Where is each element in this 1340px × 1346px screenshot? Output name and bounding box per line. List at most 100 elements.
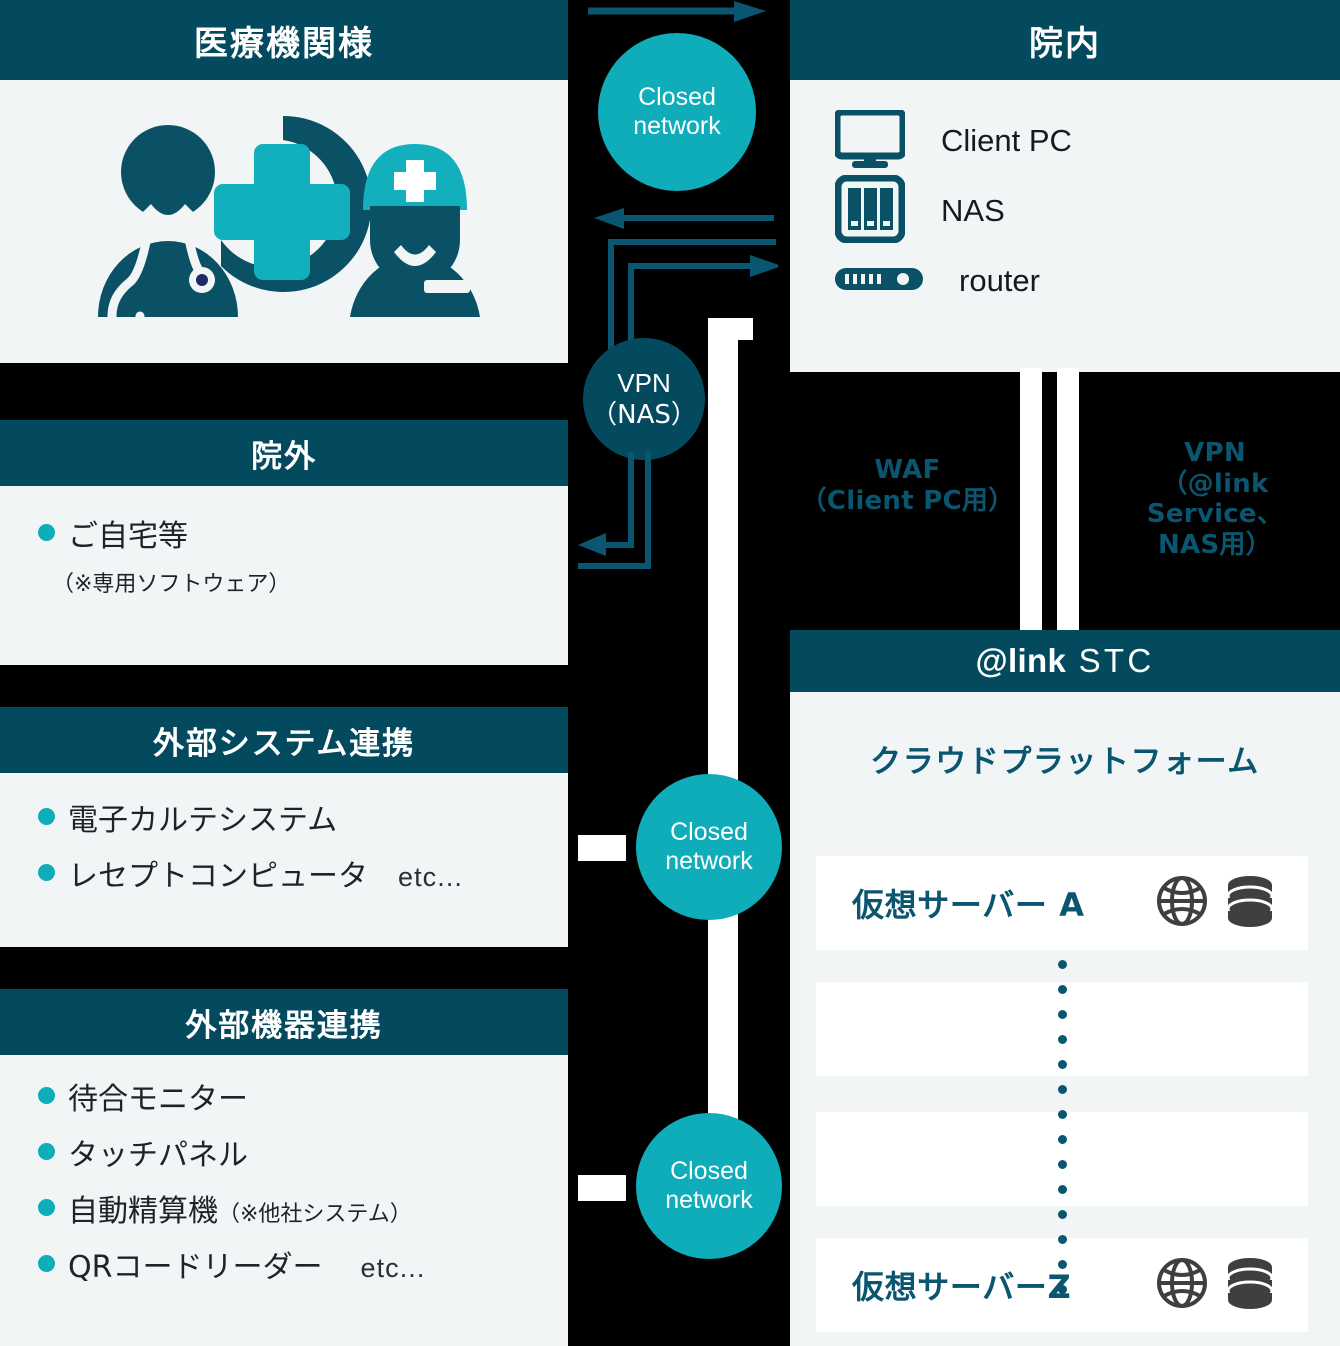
cloud-platform-title: クラウドプラットフォーム [870, 744, 1260, 780]
bullet-dot-icon [38, 524, 55, 541]
bullet-dot-icon [38, 1199, 55, 1216]
stc-logo-tail: STC [1066, 642, 1155, 679]
list-item-label: ご自宅等 [68, 519, 188, 554]
globe-icon [1156, 875, 1208, 932]
bullet-dot-icon [38, 1255, 55, 1272]
external-system-list: 電子カルテシステム レセプトコンピュータ etc... [0, 773, 568, 892]
right-column: 院内 Client PC NAS router WAF （Client PC用）… [790, 0, 1340, 1346]
list-item: レセプトコンピュータ etc... [38, 862, 568, 892]
node-label-line1: Closed [670, 818, 748, 846]
device-label: router [959, 263, 1040, 298]
panel-link-stc: @link STC クラウドプラットフォーム 仮想サーバー A 仮想サーバーZ [790, 630, 1340, 1346]
bullet-dot-icon [38, 864, 55, 881]
bullet-dot-icon [38, 808, 55, 825]
panel-external-device-integration-title: 外部機器連携 [0, 989, 568, 1055]
connection-label-vpn: VPN （@link Service、 NAS用） [1090, 438, 1340, 561]
node-label-line2: network [665, 1186, 753, 1214]
white-stub-external-device [578, 1175, 626, 1201]
connection-label-vpn-line1: VPN [1184, 438, 1246, 468]
list-item: 待合モニター [38, 1085, 568, 1115]
database-icon [1226, 875, 1274, 932]
database-icon [1226, 1257, 1274, 1314]
panel-in-hospital: 院内 Client PC NAS router [790, 0, 1340, 372]
list-item: タッチパネル [38, 1141, 568, 1171]
dot [1058, 985, 1067, 994]
network-connector-column: Closed network VPN （NAS） Closed network … [568, 0, 790, 1346]
device-label: NAS [941, 193, 1005, 228]
list-item-etc: etc... [360, 1253, 426, 1283]
white-trunk-vertical-segment [708, 318, 738, 1218]
dot [1058, 1110, 1067, 1119]
device-label: Client PC [941, 123, 1072, 158]
panel-external-device-integration-body: 待合モニター タッチパネル 自動精算機 （※他社システム） QRコードリーダー … [0, 1055, 568, 1346]
dot [1058, 1010, 1067, 1019]
panel-outside-hospital: 院外 ご自宅等 （※専用ソフトウェア） [0, 420, 568, 665]
node-closed-network-top: Closed network [598, 33, 756, 191]
monitor-icon [833, 108, 907, 173]
panel-outside-hospital-title: 院外 [0, 420, 568, 486]
list-item-note: （※他社システム） [218, 1202, 412, 1227]
white-trunk-top-cap [708, 318, 753, 340]
panel-outside-hospital-body: ご自宅等 （※専用ソフトウェア） [0, 486, 568, 665]
nas-icon [834, 174, 906, 248]
panel-in-hospital-title: 院内 [790, 0, 1340, 80]
dot [1058, 1160, 1067, 1169]
panel-external-device-integration: 外部機器連携 待合モニター タッチパネル 自動精算機 （※他社システム） QRコ… [0, 989, 568, 1346]
list-item-label: 待合モニター [68, 1082, 248, 1117]
list-item: 電子カルテシステム [38, 806, 568, 836]
panel-medical-institution-title: 医療機関様 [0, 0, 568, 80]
external-device-list: 待合モニター タッチパネル 自動精算機 （※他社システム） QRコードリーダー … [0, 1055, 568, 1283]
white-connector-bar-waf [1020, 368, 1042, 632]
node-closed-network-bottom: Closed network [636, 1113, 782, 1259]
node-label-line1: VPN [617, 368, 671, 399]
node-label-line2: network [665, 847, 753, 875]
node-label-line2: network [633, 112, 721, 140]
connection-label-waf: WAF （Client PC用） [800, 455, 1015, 516]
doctor-nurse-illustration-icon [58, 102, 518, 335]
white-stub-external-system [578, 835, 626, 861]
panel-medical-institution-body [0, 80, 568, 363]
dot [1058, 1185, 1067, 1194]
list-item: 自動精算機 （※他社システム） [38, 1197, 568, 1227]
dot [1058, 1285, 1067, 1294]
connection-label-waf-line2: （Client PC用） [800, 485, 1015, 516]
server-row-a: 仮想サーバー A [816, 856, 1308, 950]
list-item-label: QRコードリーダー [68, 1250, 323, 1285]
list-item-label: レセプトコンピュータ [68, 859, 368, 894]
list-item: QRコードリーダー etc... [38, 1253, 568, 1283]
outside-item-list: ご自宅等 [0, 486, 568, 552]
router-icon [835, 266, 923, 297]
connection-label-waf-line1: WAF [874, 455, 941, 485]
node-label-line2: （NAS） [591, 399, 697, 430]
server-name: 仮想サーバーZ [852, 1268, 1072, 1306]
device-row-client-pc: Client PC [833, 106, 1340, 176]
panel-external-system-integration-body: 電子カルテシステム レセプトコンピュータ etc... [0, 773, 568, 947]
dot [1058, 1085, 1067, 1094]
connection-label-vpn-line2: （@link Service、 [1146, 468, 1284, 530]
node-closed-network-middle: Closed network [636, 774, 782, 920]
outside-item-note: （※専用ソフトウェア） [52, 572, 291, 597]
node-vpn-nas: VPN （NAS） [583, 338, 705, 460]
bullet-dot-icon [38, 1143, 55, 1160]
globe-icon [1156, 1257, 1208, 1314]
node-label-line1: Closed [670, 1157, 748, 1185]
architecture-diagram: 医療機関様 院外 ご自宅等 （※専用ソフトウェア） 外部システム連携 電子カルテ… [0, 0, 1340, 1346]
arrow-right-top-icon [588, 1, 766, 22]
dot [1058, 1260, 1067, 1269]
dot [1058, 1135, 1067, 1144]
connector-vpn-up-icon [608, 239, 778, 358]
node-label-line1: Closed [638, 83, 716, 111]
list-item-etc: etc... [398, 862, 464, 892]
bullet-dot-icon [38, 1087, 55, 1104]
white-connector-bar-vpn [1057, 368, 1079, 632]
device-row-nas: NAS [834, 174, 1340, 248]
stc-logo-mark: @link [975, 642, 1067, 679]
panel-medical-institution: 医療機関様 [0, 0, 568, 363]
dot [1058, 1035, 1067, 1044]
list-item: ご自宅等 [38, 522, 568, 552]
vertical-dotted-separator [1058, 960, 1067, 1310]
panel-external-system-integration-title: 外部システム連携 [0, 707, 568, 773]
dot [1058, 960, 1067, 969]
dot [1058, 1060, 1067, 1069]
connection-label-vpn-line3: NAS用） [1158, 530, 1272, 561]
